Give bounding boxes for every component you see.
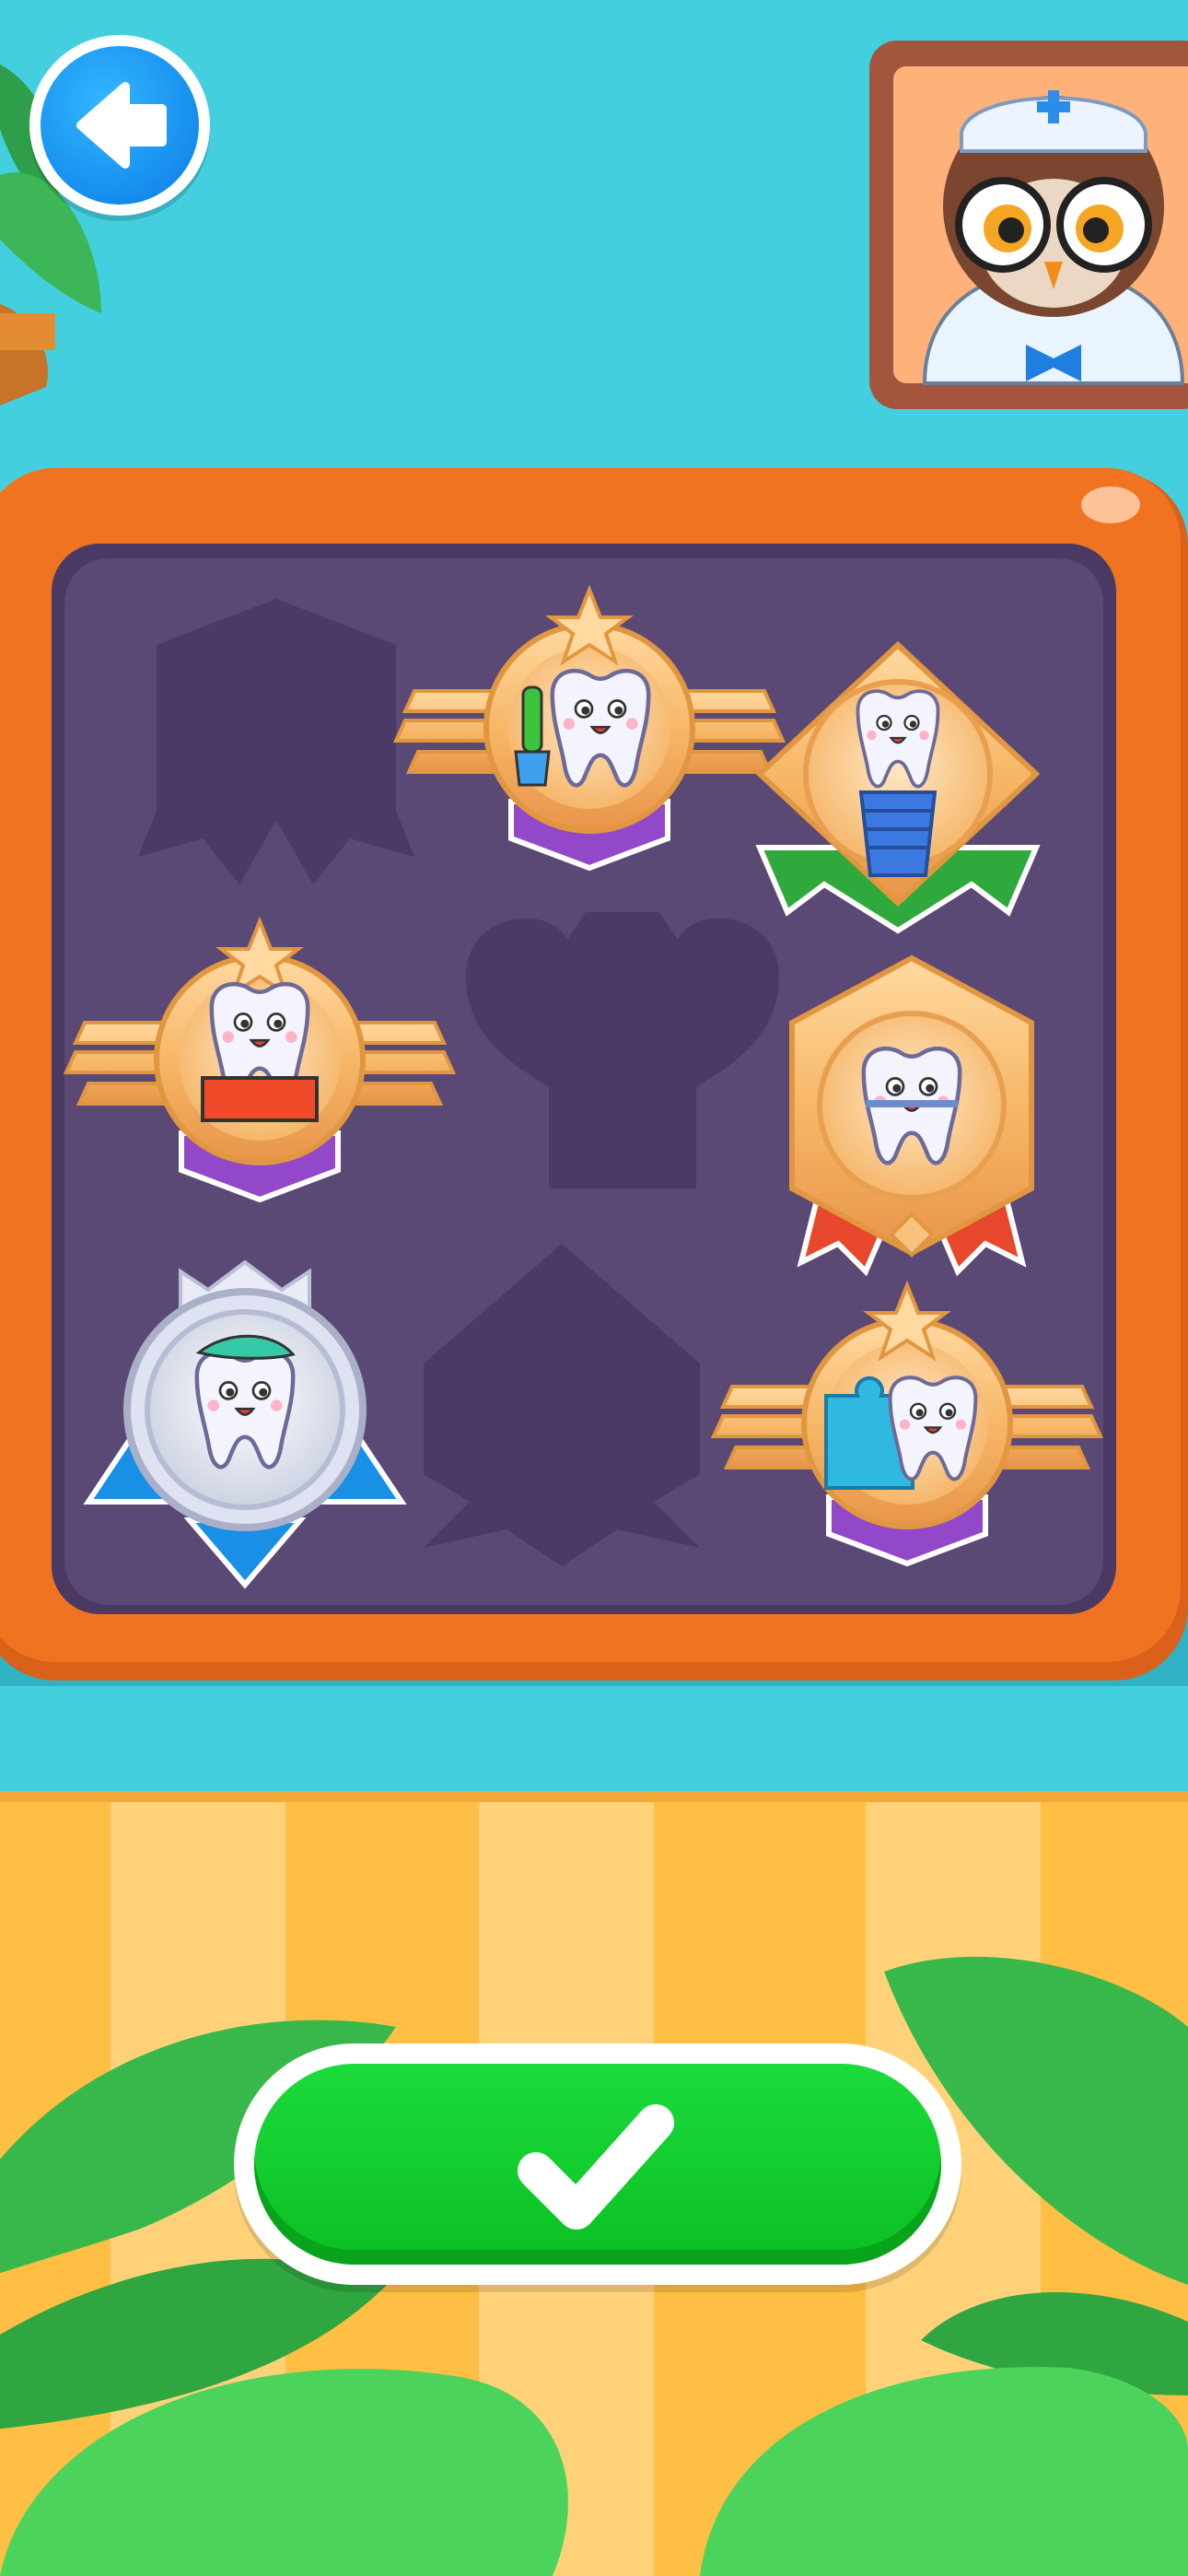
confirm-button[interactable] [234,2043,961,2285]
badge-slot-6[interactable] [789,954,1034,1277]
checkmark-icon [518,2104,674,2230]
owl-doctor-icon [922,90,1185,385]
owl-doctor-portrait [869,20,1188,409]
arrow-left-icon [76,82,167,169]
back-button[interactable] [29,35,210,216]
